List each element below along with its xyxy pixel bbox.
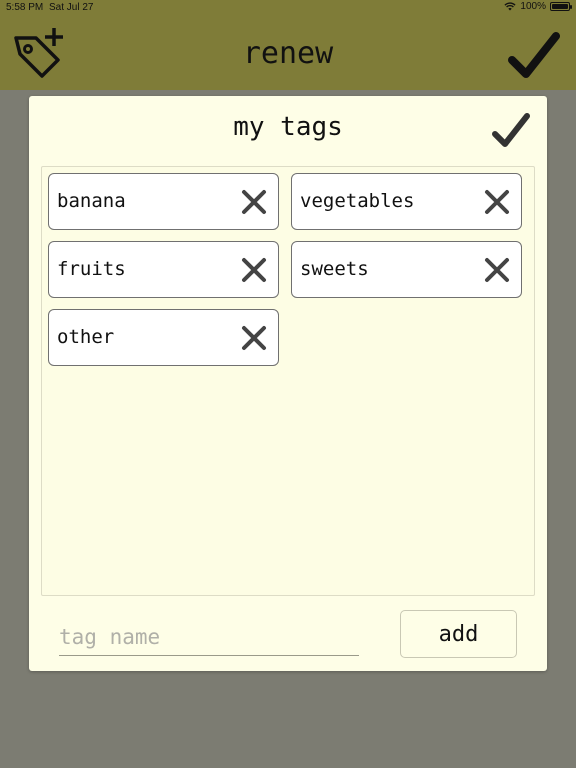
checkmark-icon bbox=[508, 32, 560, 78]
tag-chip[interactable]: other bbox=[48, 309, 279, 366]
tag-label: banana bbox=[57, 190, 126, 212]
tag-chip[interactable]: fruits bbox=[48, 241, 279, 298]
tag-chip[interactable]: banana bbox=[48, 173, 279, 230]
remove-tag-button[interactable] bbox=[240, 324, 268, 352]
close-x-icon bbox=[242, 326, 266, 350]
status-bar: 5:58 PM Sat Jul 27 100% bbox=[0, 0, 576, 16]
remove-tag-button[interactable] bbox=[483, 188, 511, 216]
wifi-icon bbox=[504, 2, 516, 11]
tag-list: banana vegetables fruits sweets other bbox=[41, 166, 535, 596]
add-button[interactable]: add bbox=[400, 610, 517, 658]
nav-bar: renew bbox=[0, 16, 576, 90]
tag-label: fruits bbox=[57, 258, 126, 280]
tag-chip[interactable]: sweets bbox=[291, 241, 522, 298]
status-right: 100% bbox=[504, 1, 572, 12]
tags-dialog: my tags banana vegetables fruits sweets … bbox=[29, 96, 547, 671]
tag-chip[interactable]: vegetables bbox=[291, 173, 522, 230]
tag-label: vegetables bbox=[300, 190, 415, 212]
battery-percent: 100% bbox=[520, 1, 546, 12]
checkmark-icon bbox=[492, 113, 530, 147]
tag-label: other bbox=[57, 326, 115, 348]
close-x-icon bbox=[485, 190, 509, 214]
close-x-icon bbox=[242, 258, 266, 282]
remove-tag-button[interactable] bbox=[240, 256, 268, 284]
tag-label: sweets bbox=[300, 258, 369, 280]
dialog-confirm-button[interactable] bbox=[492, 112, 530, 150]
battery-fill bbox=[552, 4, 568, 9]
remove-tag-button[interactable] bbox=[483, 256, 511, 284]
remove-tag-button[interactable] bbox=[240, 188, 268, 216]
close-x-icon bbox=[485, 258, 509, 282]
status-time: 5:58 PM bbox=[6, 2, 44, 13]
nav-done-button[interactable] bbox=[508, 30, 560, 82]
dialog-title: my tags bbox=[233, 112, 343, 142]
status-date: Sat Jul 27 bbox=[49, 2, 94, 13]
tag-name-input[interactable] bbox=[59, 618, 359, 656]
nav-title: renew bbox=[242, 36, 334, 71]
battery-icon bbox=[550, 2, 572, 11]
close-x-icon bbox=[242, 190, 266, 214]
